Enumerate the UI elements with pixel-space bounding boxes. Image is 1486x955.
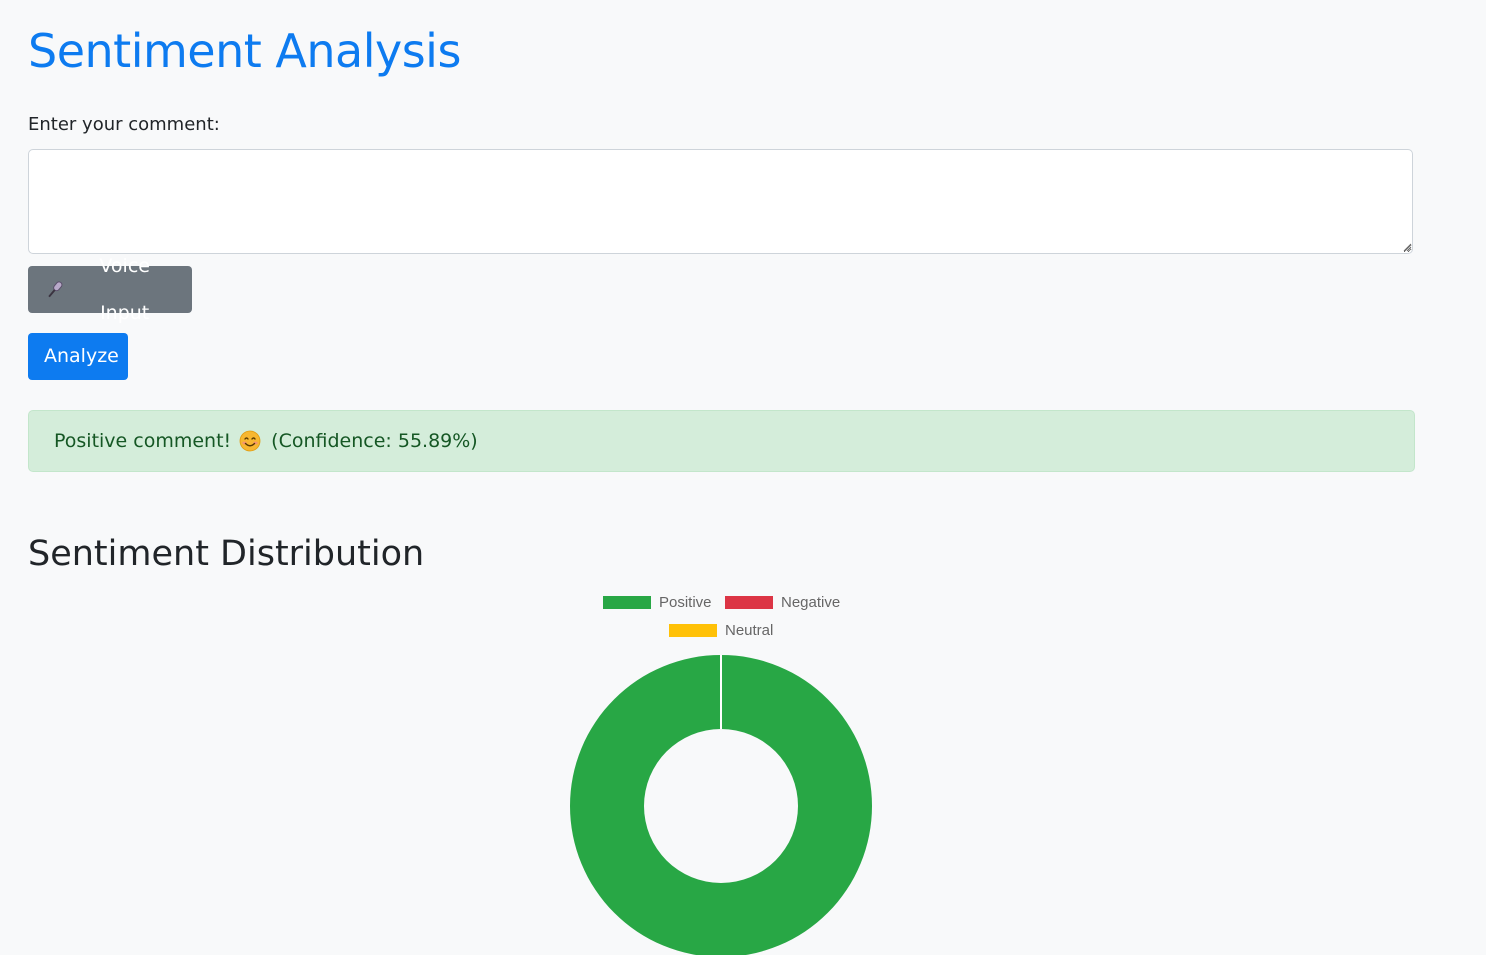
comment-label: Enter your comment: bbox=[28, 114, 220, 135]
voice-input-label: Voice Input bbox=[99, 254, 150, 324]
smiling-face-icon bbox=[239, 430, 261, 452]
legend-label-neutral: Neutral bbox=[725, 622, 774, 639]
confidence-text: (Confidence: 55.89%) bbox=[271, 430, 478, 452]
page-title: Sentiment Analysis bbox=[28, 24, 461, 78]
voice-input-button[interactable]: Voice Input bbox=[28, 255, 192, 324]
legend-swatch-neutral bbox=[669, 624, 717, 637]
page: Sentiment Analysis Enter your comment: V… bbox=[0, 0, 1486, 955]
legend-positive[interactable]: Positive bbox=[603, 594, 712, 611]
analyze-button[interactable]: Analyze bbox=[28, 333, 128, 380]
result-message: Positive comment! bbox=[54, 430, 232, 452]
legend-label-positive: Positive bbox=[659, 594, 712, 611]
resize-grip-icon[interactable] bbox=[1402, 242, 1412, 252]
legend-swatch-negative bbox=[725, 596, 773, 609]
result-alert: Positive comment! (Confidence: 55.89%) bbox=[28, 410, 1415, 472]
microphone-icon bbox=[48, 280, 63, 297]
comment-textarea[interactable] bbox=[28, 149, 1413, 254]
legend-negative[interactable]: Negative bbox=[725, 594, 840, 611]
legend-swatch-positive bbox=[603, 596, 651, 609]
legend-neutral[interactable]: Neutral bbox=[669, 622, 773, 639]
sentiment-donut-chart bbox=[570, 655, 872, 955]
section-title: Sentiment Distribution bbox=[28, 534, 425, 574]
legend-label-negative: Negative bbox=[781, 594, 841, 611]
